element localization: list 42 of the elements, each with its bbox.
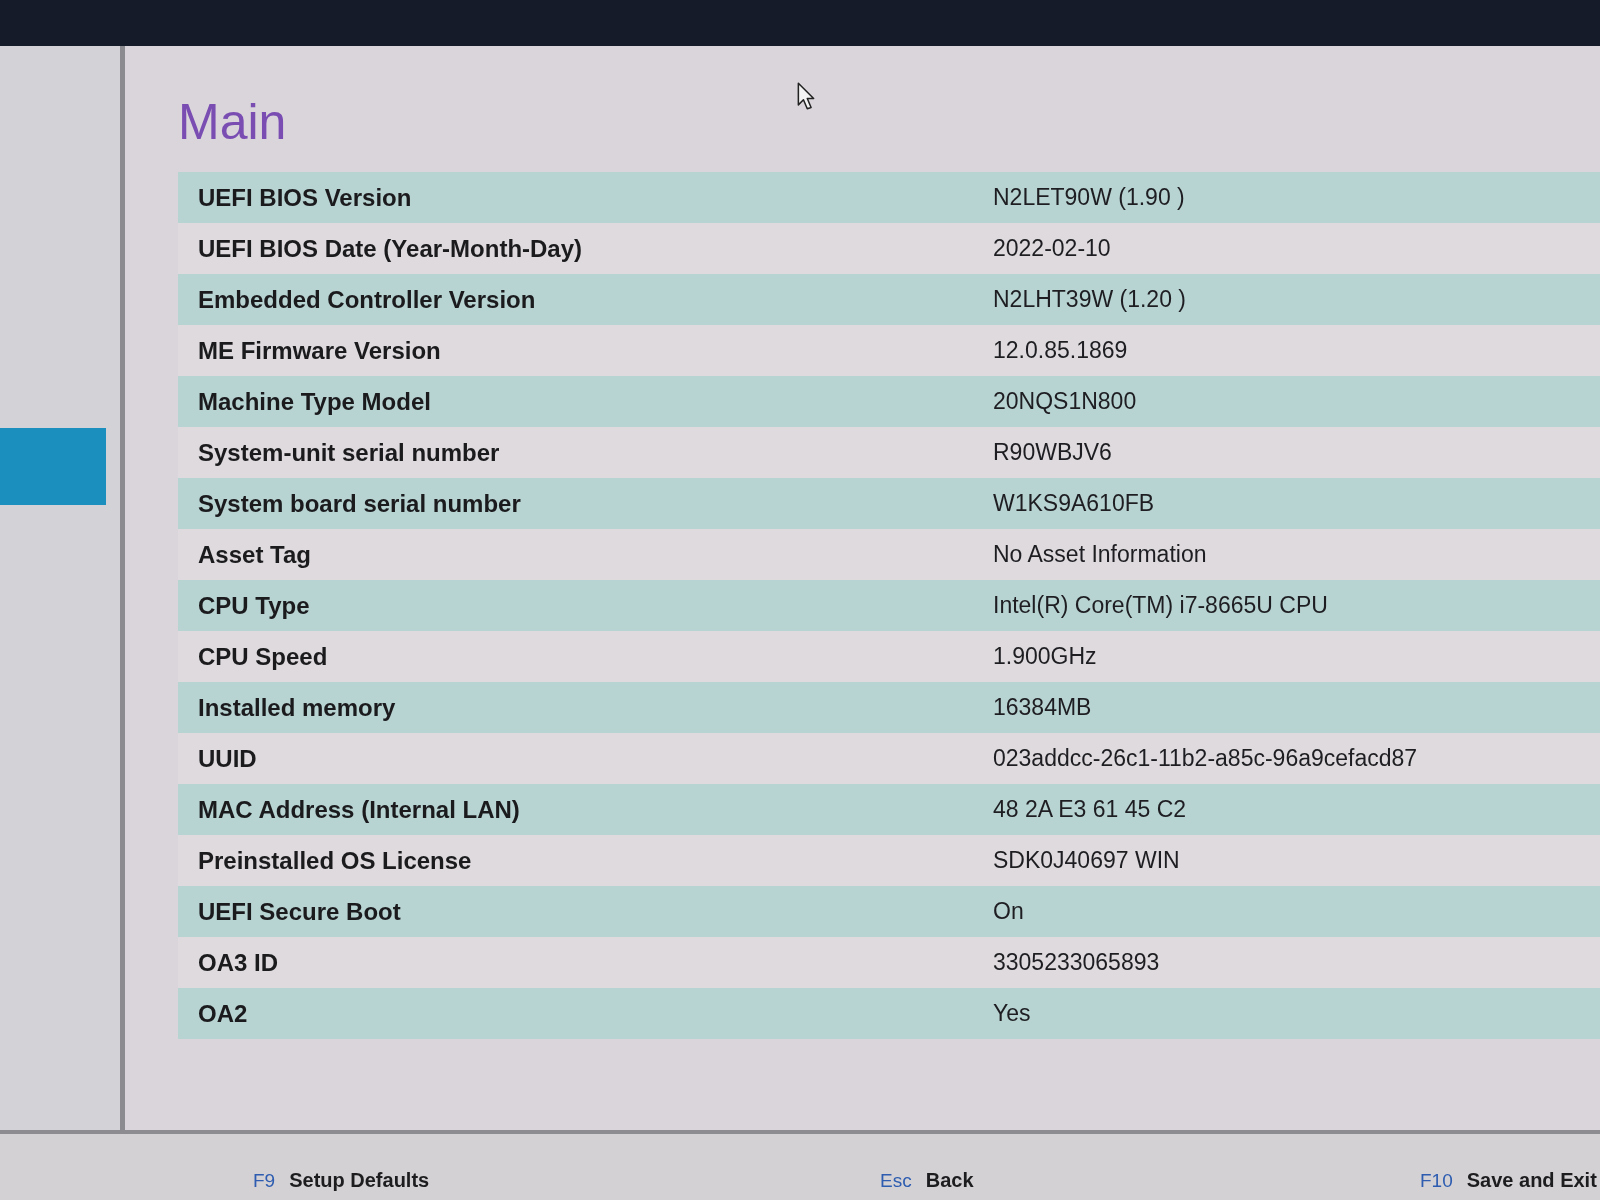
field-value: 12.0.85.1869 bbox=[993, 337, 1128, 364]
field-value: No Asset Information bbox=[993, 541, 1207, 568]
field-value: R90WBJV6 bbox=[993, 439, 1112, 466]
key-hint: F9 bbox=[253, 1170, 276, 1192]
field-value: 48 2A E3 61 45 C2 bbox=[993, 796, 1187, 823]
field-label: Asset Tag bbox=[198, 540, 311, 569]
field-label: OA2 bbox=[198, 999, 248, 1028]
field-label: UUID bbox=[198, 744, 257, 773]
field-label: UEFI BIOS Date (Year-Month-Day) bbox=[198, 234, 583, 263]
field-value: On bbox=[993, 898, 1024, 925]
key-action-label: Back bbox=[925, 1169, 974, 1192]
field-value: 023addcc-26c1-11b2-a85c-96a9cefacd87 bbox=[993, 745, 1418, 772]
key-hint: F10 bbox=[1420, 1170, 1453, 1192]
field-value: 16384MB bbox=[993, 694, 1092, 721]
field-label: ME Firmware Version bbox=[198, 336, 441, 365]
field-label: OA3 ID bbox=[198, 948, 278, 977]
field-label: System board serial number bbox=[198, 489, 521, 518]
mouse-pointer-icon bbox=[797, 82, 815, 110]
field-label: System-unit serial number bbox=[198, 438, 500, 467]
field-label: CPU Type bbox=[198, 591, 310, 620]
field-value: 2022-02-10 bbox=[993, 235, 1111, 262]
key-action-label: Setup Defaults bbox=[289, 1169, 430, 1192]
field-value: 20NQS1N800 bbox=[993, 388, 1137, 415]
field-label: Preinstalled OS License bbox=[198, 846, 472, 875]
field-label: MAC Address (Internal LAN) bbox=[198, 795, 520, 824]
field-label: UEFI BIOS Version bbox=[198, 183, 412, 212]
field-label: CPU Speed bbox=[198, 642, 328, 671]
field-value: Yes bbox=[993, 1000, 1031, 1027]
field-label: Embedded Controller Version bbox=[198, 285, 536, 314]
field-label: Machine Type Model bbox=[198, 387, 431, 416]
key-action-label: Save and Exit bbox=[1466, 1169, 1597, 1192]
field-value: N2LET90W (1.90 ) bbox=[993, 184, 1185, 211]
field-value: 3305233065893 bbox=[993, 949, 1160, 976]
field-label: Installed memory bbox=[198, 693, 396, 722]
field-value: N2LHT39W (1.20 ) bbox=[993, 286, 1186, 313]
field-value: W1KS9A610FB bbox=[993, 490, 1155, 517]
field-value: SDK0J40697 WIN bbox=[993, 847, 1180, 874]
field-value: Intel(R) Core(TM) i7-8665U CPU bbox=[993, 592, 1328, 619]
key-hint: Esc bbox=[880, 1170, 912, 1192]
field-label: UEFI Secure Boot bbox=[198, 897, 401, 926]
field-value: 1.900GHz bbox=[993, 643, 1097, 670]
page-title: Main bbox=[178, 94, 287, 150]
